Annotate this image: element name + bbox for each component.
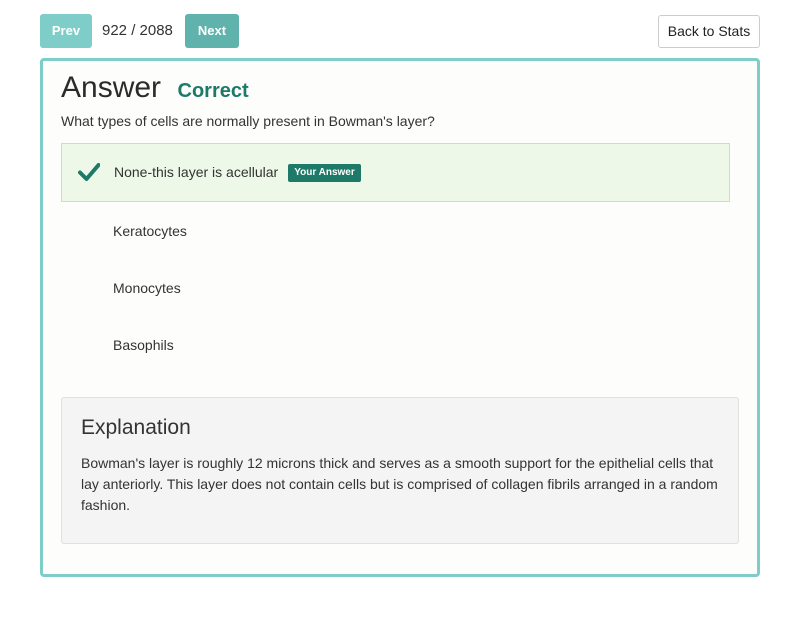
answer-option-label: Monocytes — [113, 280, 181, 296]
your-answer-badge: Your Answer — [288, 164, 361, 183]
check-icon — [78, 161, 101, 183]
question-counter: 922 / 2088 — [102, 22, 173, 39]
explanation-panel: Explanation Bowman's layer is roughly 12… — [61, 397, 739, 544]
answer-option-text: None-this layer is acellular — [114, 164, 279, 180]
result-status: Correct — [177, 80, 249, 102]
answer-card: Answer Correct What types of cells are n… — [40, 58, 760, 577]
top-navigation: Prev 922 / 2088 Next Back to Stats — [40, 14, 760, 48]
answer-option-label: Keratocytes — [113, 223, 187, 239]
prev-button[interactable]: Prev — [40, 14, 92, 48]
answer-heading: Answer — [61, 71, 162, 104]
back-to-stats-button[interactable]: Back to Stats — [658, 15, 760, 48]
explanation-body: Bowman's layer is roughly 12 microns thi… — [81, 455, 718, 513]
answer-title-row: Answer Correct — [61, 71, 249, 111]
next-button[interactable]: Next — [185, 14, 239, 48]
answer-option[interactable]: None-this layer is acellular Your Answer — [61, 143, 730, 202]
answer-option[interactable]: Keratocytes — [61, 202, 730, 261]
answer-option-label: Basophils — [113, 337, 174, 353]
explanation-title: Explanation — [81, 416, 191, 439]
answer-option[interactable]: Monocytes — [61, 259, 730, 318]
answer-option-label: None-this layer is acellular Your Answer — [114, 144, 361, 201]
answer-option[interactable]: Basophils — [61, 316, 730, 375]
question-text: What types of cells are normally present… — [61, 113, 435, 129]
